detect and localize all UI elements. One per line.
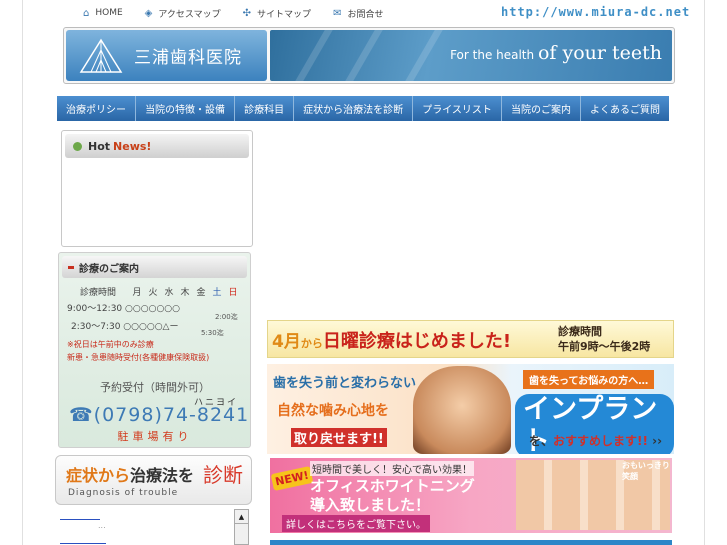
appointment-label: 予約受付（時間外可）: [100, 381, 210, 394]
main-nav: 治療ポリシー 当院の特徴・設備 診療科目 症状から治療法を診断 プライスリスト …: [57, 96, 670, 121]
nav-diagnosis[interactable]: 症状から治療法を診断: [294, 96, 414, 121]
nav-faq[interactable]: よくあるご質問: [580, 96, 670, 121]
banner-stripe: [405, 30, 443, 81]
sunday-clinic-banner[interactable]: 4月から日曜診療はじめました! 診療時間 午前9時〜午後2時: [267, 320, 674, 358]
diagnosis-list: ...: [60, 510, 249, 545]
banner-stripe: [345, 30, 383, 81]
home-icon: ⌂: [83, 7, 90, 19]
header-banner: For the health of your teeth: [270, 30, 672, 81]
nav-features[interactable]: 当院の特徴・設備: [136, 96, 236, 121]
nav-price-list[interactable]: プライスリスト: [413, 96, 502, 121]
holiday-note: ※祝日は午前中のみ診療: [67, 340, 154, 349]
bullet-icon: [68, 265, 74, 269]
list-link[interactable]: [60, 519, 100, 520]
whitening-details-link[interactable]: 詳しくはこちらをご覧下さい。: [282, 515, 430, 532]
mail-icon: ✉: [333, 7, 342, 19]
clinic-logo[interactable]: 三浦歯科医院: [66, 30, 267, 81]
parking-note: 駐車場有り: [117, 430, 193, 443]
new-badge: NEW!: [270, 466, 314, 491]
hot-news-heading: Hot News!: [65, 134, 249, 158]
sitemap-icon: ✣: [242, 7, 252, 19]
hours-heading: 診療のご案内: [62, 256, 247, 278]
access-map-link[interactable]: ◈ アクセスマップ: [145, 5, 221, 21]
nav-about[interactable]: 当院のご案内: [501, 96, 581, 121]
sunday-hours: 診療時間 午前9時〜午後2時: [558, 325, 651, 353]
hours-morning-row: 9:00〜12:30 ○○○○○○○: [67, 304, 181, 314]
logo-emblem-icon: [79, 38, 123, 73]
hot-news-panel: Hot News!: [61, 130, 253, 247]
implant-banner[interactable]: 歯を失う前と変わらない 自然な噛み心地を 取り戻せます!! 歯を失ってお悩みの方…: [267, 364, 674, 454]
header: 三浦歯科医院 For the health of your teeth: [63, 27, 675, 84]
diagnosis-subtitle: Diagnosis of trouble: [68, 488, 179, 498]
sitemap-link[interactable]: ✣ サイトマップ: [243, 5, 311, 21]
hours-afternoon-row: 2:30〜7:30 ○○○○○△ー: [71, 322, 179, 332]
next-banner-edge: [270, 540, 672, 545]
scroll-up-icon[interactable]: ▲: [235, 510, 248, 524]
implant-tag: 歯を失ってお悩みの方へ…: [523, 370, 655, 389]
banner-tagline: For the health of your teeth: [450, 42, 662, 64]
diagnosis-banner[interactable]: 症状から治療法を 診断 Diagnosis of trouble: [55, 455, 252, 505]
banner-stripe: [295, 30, 333, 81]
sunday-headline: 4月から日曜診療はじめました!: [272, 331, 512, 352]
nav-treatment-policy[interactable]: 治療ポリシー: [57, 96, 137, 121]
implant-recommend: を、おすすめします!! ››: [529, 434, 663, 448]
top-links: ⌂ HOME ◈ アクセスマップ ✣ サイトマップ ✉ お問合せ: [83, 5, 405, 21]
bullet-icon: [73, 141, 82, 151]
list-scrollbar[interactable]: ▲: [234, 509, 249, 545]
list-link[interactable]: [60, 543, 106, 544]
hours-days-row: 診療時間月火水木金土日: [79, 288, 238, 298]
phone-number[interactable]: ☎(0798)74-8241: [69, 404, 249, 426]
home-link[interactable]: ⌂ HOME: [83, 5, 123, 21]
nav-departments[interactable]: 診療科目: [235, 96, 295, 121]
emergency-note: 新患・急患随時受付(各種健康保険取扱): [67, 353, 210, 362]
diamond-icon: ◈: [144, 7, 153, 19]
whitening-banner[interactable]: おもいっきり笑顔 NEW! 短時間で美しく！安心で高い効果！ オフィスホワイトニ…: [270, 458, 672, 533]
diagnosis-big-text: 診断: [203, 463, 243, 487]
site-url: http://www.miura-dc.net: [501, 5, 691, 19]
smiling-woman-image: [413, 366, 511, 454]
clinic-hours-panel: 診療のご案内 診療時間月火水木金土日 9:00〜12:30 ○○○○○○○ 2:…: [58, 252, 251, 448]
diagnosis-title: 症状から治療法を: [66, 466, 195, 485]
clinic-name: 三浦歯科医院: [134, 48, 242, 68]
contact-link[interactable]: ✉ お問合せ: [333, 5, 383, 21]
